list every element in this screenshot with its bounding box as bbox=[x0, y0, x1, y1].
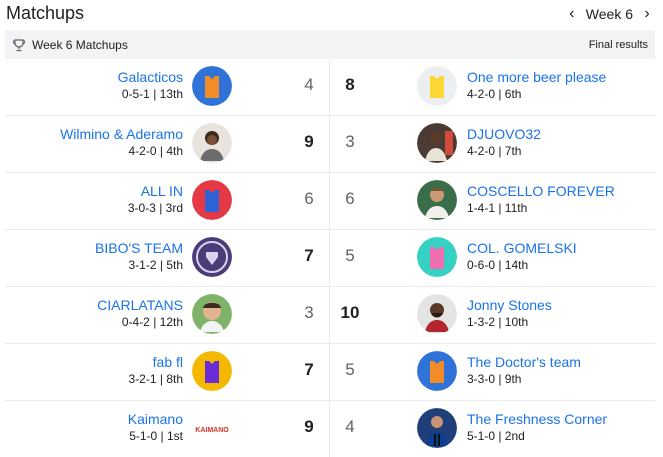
kaimano-logo: KAIMANO bbox=[192, 408, 232, 448]
away-team-score: 4 bbox=[345, 417, 355, 436]
cartoon-avatar-icon bbox=[192, 294, 232, 334]
row-divider bbox=[329, 344, 330, 400]
trophy-icon bbox=[12, 38, 26, 52]
away-team-record: 4-2-0 | 6th bbox=[467, 87, 522, 101]
away-team-record: 3-3-0 | 9th bbox=[467, 372, 522, 386]
away-team-score: 10 bbox=[340, 303, 360, 322]
matchup-row: Galacticos 0-5-1 | 13th 4 8 One more bee… bbox=[5, 59, 655, 116]
away-team-score: 8 bbox=[345, 75, 355, 94]
away-team-score: 6 bbox=[345, 189, 355, 208]
home-team-name[interactable]: BIBO'S TEAM bbox=[95, 240, 183, 256]
matchup-row: fab fl 3-2-1 | 8th 7 5 The Doctor's team… bbox=[5, 344, 655, 401]
away-team-name[interactable]: One more beer please bbox=[467, 69, 606, 85]
jersey-avatar-icon bbox=[192, 66, 232, 106]
away-team-record: 4-2-0 | 7th bbox=[467, 144, 522, 158]
chevron-left-icon[interactable]: ‹ bbox=[564, 5, 580, 23]
player-photo-avatar bbox=[192, 123, 232, 163]
player-photo-avatar bbox=[417, 294, 457, 334]
jersey-avatar-icon bbox=[417, 351, 457, 391]
home-team-name[interactable]: CIARLATANS bbox=[97, 297, 183, 313]
player-photo-avatar bbox=[417, 408, 457, 448]
matchup-row: Kaimano 5-1-0 | 1st KAIMANO 9 4 The Fres… bbox=[5, 401, 655, 457]
week-label: Week 6 bbox=[585, 6, 633, 22]
home-team-score: 3 bbox=[304, 303, 314, 322]
row-divider bbox=[329, 230, 330, 286]
home-team-record: 4-2-0 | 4th bbox=[128, 144, 183, 158]
matchup-list: Galacticos 0-5-1 | 13th 4 8 One more bee… bbox=[5, 59, 655, 457]
team-badge-icon bbox=[192, 237, 232, 277]
home-team-score: 9 bbox=[304, 132, 314, 151]
home-team-name[interactable]: ALL IN bbox=[141, 183, 183, 199]
player-photo-avatar bbox=[417, 123, 457, 163]
jersey-avatar-icon bbox=[417, 66, 457, 106]
row-divider bbox=[329, 59, 330, 115]
home-team-name[interactable]: Galacticos bbox=[118, 69, 183, 85]
away-team-score: 3 bbox=[345, 132, 355, 151]
away-team-score: 5 bbox=[345, 246, 355, 265]
away-team-record: 1-3-2 | 10th bbox=[467, 315, 529, 329]
home-team-name[interactable]: Kaimano bbox=[128, 411, 183, 427]
row-divider bbox=[329, 401, 330, 457]
matchup-row: ALL IN 3-0-3 | 3rd 6 6 COSCELLO FOREVER … bbox=[5, 173, 655, 230]
svg-text:KAIMANO: KAIMANO bbox=[195, 427, 229, 434]
page-title: Matchups bbox=[6, 3, 85, 23]
jersey-avatar-icon bbox=[417, 237, 457, 277]
away-team-score: 5 bbox=[345, 360, 355, 379]
home-team-score: 7 bbox=[304, 246, 314, 265]
away-team-record: 0-6-0 | 14th bbox=[467, 258, 529, 272]
away-team-name[interactable]: COSCELLO FOREVER bbox=[467, 183, 615, 199]
home-team-score: 9 bbox=[304, 417, 314, 436]
home-team-score: 6 bbox=[304, 189, 314, 208]
matchups-subheader: Week 6 Matchups Final results bbox=[5, 30, 655, 59]
jersey-avatar-icon bbox=[192, 351, 232, 391]
away-team-name[interactable]: The Freshness Corner bbox=[467, 411, 607, 427]
away-team-record: 5-1-0 | 2nd bbox=[467, 429, 525, 443]
player-photo-avatar bbox=[417, 180, 457, 220]
away-team-name[interactable]: DJUOVO32 bbox=[467, 126, 541, 142]
header: Matchups ‹ Week 6 › bbox=[0, 0, 663, 30]
row-divider bbox=[329, 116, 330, 172]
home-team-score: 4 bbox=[304, 75, 314, 94]
home-team-record: 3-1-2 | 5th bbox=[128, 258, 183, 272]
away-team-name[interactable]: Jonny Stones bbox=[467, 297, 552, 313]
row-divider bbox=[329, 287, 330, 343]
home-team-record: 5-1-0 | 1st bbox=[129, 429, 183, 443]
jersey-avatar-icon bbox=[192, 180, 232, 220]
home-team-name[interactable]: Wilmino & Aderamo bbox=[60, 126, 183, 142]
matchup-row: Wilmino & Aderamo 4-2-0 | 4th 9 3 DJUOVO… bbox=[5, 116, 655, 173]
chevron-right-icon[interactable]: › bbox=[639, 5, 655, 23]
week-navigator: ‹ Week 6 › bbox=[564, 5, 655, 23]
away-team-record: 1-4-1 | 11th bbox=[467, 201, 528, 215]
final-results-status: Final results bbox=[588, 38, 648, 51]
row-divider bbox=[329, 173, 330, 229]
home-team-record: 0-5-1 | 13th bbox=[121, 87, 183, 101]
home-team-record: 3-2-1 | 8th bbox=[128, 372, 183, 386]
home-team-record: 3-0-3 | 3rd bbox=[127, 201, 183, 215]
away-team-name[interactable]: COL. GOMELSKI bbox=[467, 240, 577, 256]
matchup-row: BIBO'S TEAM 3-1-2 | 5th 7 5 COL. GOMELSK… bbox=[5, 230, 655, 287]
matchup-row: CIARLATANS 0-4-2 | 12th 3 10 Jonny Stone… bbox=[5, 287, 655, 344]
matchups-subheader-label: Week 6 Matchups bbox=[32, 37, 128, 52]
home-team-score: 7 bbox=[304, 360, 314, 379]
away-team-name[interactable]: The Doctor's team bbox=[467, 354, 581, 370]
home-team-record: 0-4-2 | 12th bbox=[121, 315, 183, 329]
home-team-name[interactable]: fab fl bbox=[153, 354, 183, 370]
